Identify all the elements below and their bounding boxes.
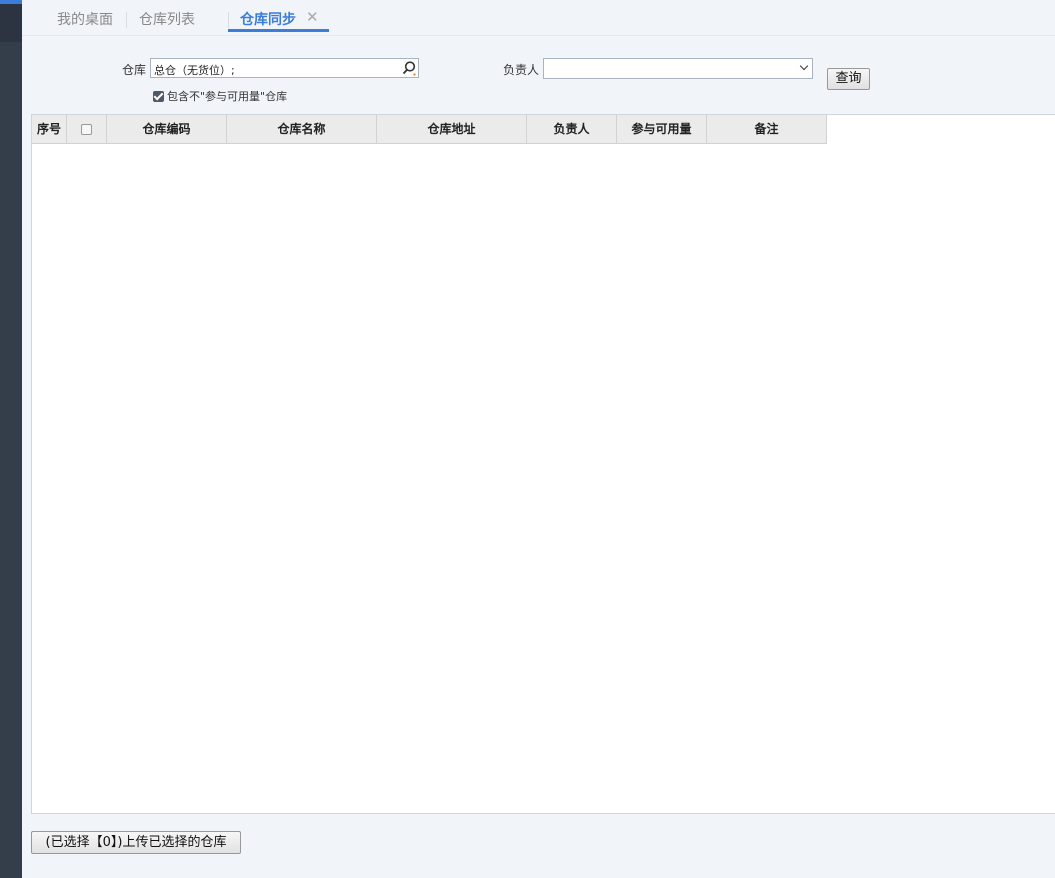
left-sidebar xyxy=(0,0,22,878)
tab-bar: 我的桌面 仓库列表 仓库同步 ✕ xyxy=(22,2,1055,36)
search-form: 仓库 总仓（无货位）; 包含不"参与可用量"仓库 负责人 查询 xyxy=(22,36,1055,112)
upload-selected-button[interactable]: (已选择【0】)上传已选择的仓库 xyxy=(31,831,241,854)
warehouse-table: 序号 仓库编码 仓库名称 仓库地址 负责人 参与可用量 备注 xyxy=(31,114,1055,814)
include-checkbox-row[interactable]: 包含不"参与可用量"仓库 xyxy=(153,88,287,104)
column-header-index[interactable]: 序号 xyxy=(32,115,67,144)
table-header: 序号 仓库编码 仓库名称 仓库地址 负责人 参与可用量 备注 xyxy=(32,115,827,144)
column-header-owner[interactable]: 负责人 xyxy=(527,115,617,144)
warehouse-input[interactable]: 总仓（无货位）; xyxy=(150,58,419,78)
chevron-down-icon xyxy=(799,61,809,71)
column-header-code[interactable]: 仓库编码 xyxy=(107,115,227,144)
owner-select[interactable] xyxy=(543,58,813,79)
column-header-address[interactable]: 仓库地址 xyxy=(377,115,527,144)
owner-label: 负责人 xyxy=(503,63,540,77)
include-checkbox-label: 包含不"参与可用量"仓库 xyxy=(167,90,288,103)
warehouse-label: 仓库 xyxy=(122,63,147,77)
search-icon[interactable] xyxy=(401,60,417,76)
include-checkbox[interactable] xyxy=(153,90,164,102)
close-icon[interactable]: ✕ xyxy=(306,9,322,25)
query-button[interactable]: 查询 xyxy=(827,68,870,90)
column-header-available[interactable]: 参与可用量 xyxy=(617,115,707,144)
tab-warehouse-list[interactable]: 仓库列表 xyxy=(139,2,195,34)
warehouse-input-value: 总仓（无货位）; xyxy=(154,64,235,77)
tab-divider xyxy=(126,12,127,28)
column-header-select-all[interactable] xyxy=(67,115,107,144)
select-all-checkbox[interactable] xyxy=(81,123,92,135)
tab-warehouse-sync-label: 仓库同步 xyxy=(240,12,296,28)
column-header-remark[interactable]: 备注 xyxy=(707,115,827,144)
tab-my-desktop[interactable]: 我的桌面 xyxy=(57,2,113,34)
sidebar-header xyxy=(0,4,22,42)
column-header-name[interactable]: 仓库名称 xyxy=(227,115,377,144)
